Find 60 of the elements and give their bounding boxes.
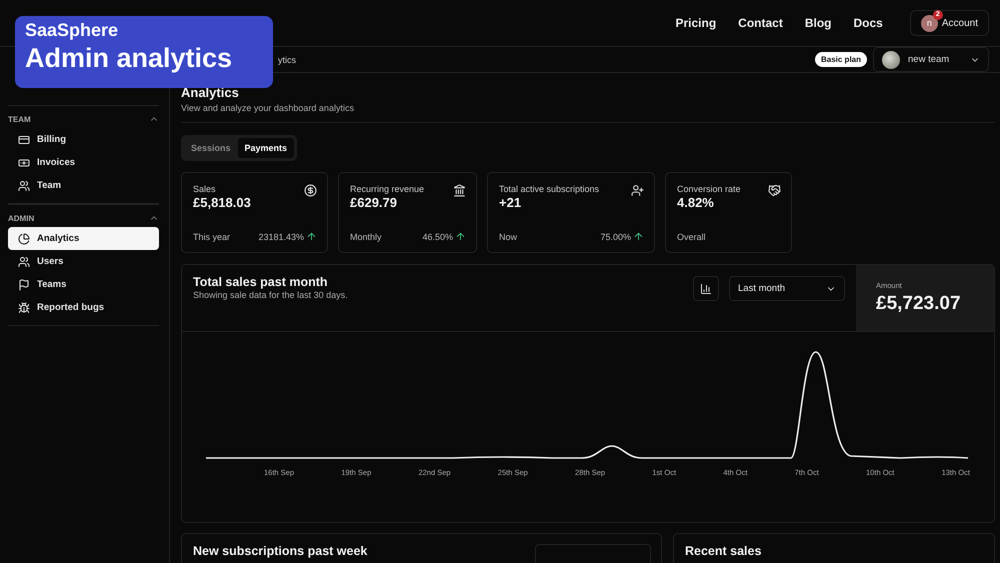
banknote-icon [18, 156, 30, 168]
handshake-icon [768, 184, 781, 197]
stat-period: Monthly [350, 232, 382, 242]
nav-link[interactable]: Blog [804, 16, 832, 30]
sidebar-item[interactable]: Billing [8, 128, 159, 151]
sidebar-item[interactable]: Reported bugs [8, 296, 159, 319]
page-subtitle: View and analyze your dashboard analytics [181, 103, 995, 123]
add-user-icon [631, 184, 644, 197]
people-icon [18, 256, 30, 268]
banner-title: Admin analytics [25, 43, 234, 74]
page-title: Analytics [181, 85, 240, 100]
people-icon [18, 180, 30, 192]
sidebar-item[interactable]: Users [8, 250, 159, 273]
credit-card-icon [18, 134, 30, 146]
tab[interactable]: Sessions [184, 138, 238, 158]
stat-value: +21 [499, 195, 522, 210]
flag-icon [18, 278, 30, 290]
bank-icon [453, 184, 466, 197]
team-select[interactable]: new team [873, 47, 989, 72]
nav-link[interactable]: Pricing [675, 16, 716, 30]
nav-link[interactable]: Docs [854, 16, 883, 30]
sidebar-item[interactable]: Teams [8, 273, 159, 296]
tab[interactable]: Payments [238, 138, 294, 158]
card-title: New subscriptions past week [193, 544, 368, 560]
stat-value: £629.79 [350, 195, 398, 210]
card-title: Recent sales [685, 544, 762, 560]
stat-label: Total active subscriptions [499, 184, 600, 194]
arrow-up-icon [633, 231, 644, 242]
nav-link[interactable]: Contact [738, 16, 783, 30]
section-label: ADMIN [8, 214, 34, 222]
pie-chart-icon [18, 232, 30, 244]
chart-type-button[interactable] [693, 276, 719, 301]
amount-value: £5,723.07 [876, 293, 962, 315]
plan-badge: Basic plan [814, 52, 867, 67]
stat-value: 4.82% [677, 195, 715, 210]
bar-chart-icon [700, 282, 712, 294]
chart-subtitle: Showing sale data for the last 30 days. [193, 290, 349, 300]
stat-period: This year [193, 232, 230, 242]
stat-label: Sales [193, 184, 217, 194]
brand-name: SaaSphere [25, 20, 120, 41]
range-select[interactable]: Last month [729, 276, 845, 301]
sidebar-item[interactable]: Invoices [8, 151, 159, 174]
stat-change: 46.50% [422, 232, 453, 242]
coin-icon [304, 184, 317, 197]
stat-value: £5,818.03 [193, 195, 251, 210]
stat-period: Overall [677, 232, 706, 242]
sidebar-item[interactable]: Analytics [8, 227, 159, 250]
stat-change: 75.00% [600, 232, 631, 242]
stat-change: 23181.43% [258, 232, 304, 242]
breadcrumb: ytics [278, 54, 296, 64]
section-label: TEAM [8, 114, 31, 124]
chart-title: Total sales past month [193, 275, 329, 289]
stat-period: Now [499, 232, 518, 242]
stat-label: Conversion rate [677, 184, 741, 194]
arrow-up-icon [306, 231, 317, 242]
team-avatar [882, 50, 900, 68]
stat-label: Recurring revenue [350, 184, 424, 194]
sidebar-item[interactable]: Team [8, 174, 159, 197]
arrow-up-icon [455, 231, 466, 242]
bug-icon [18, 302, 30, 314]
